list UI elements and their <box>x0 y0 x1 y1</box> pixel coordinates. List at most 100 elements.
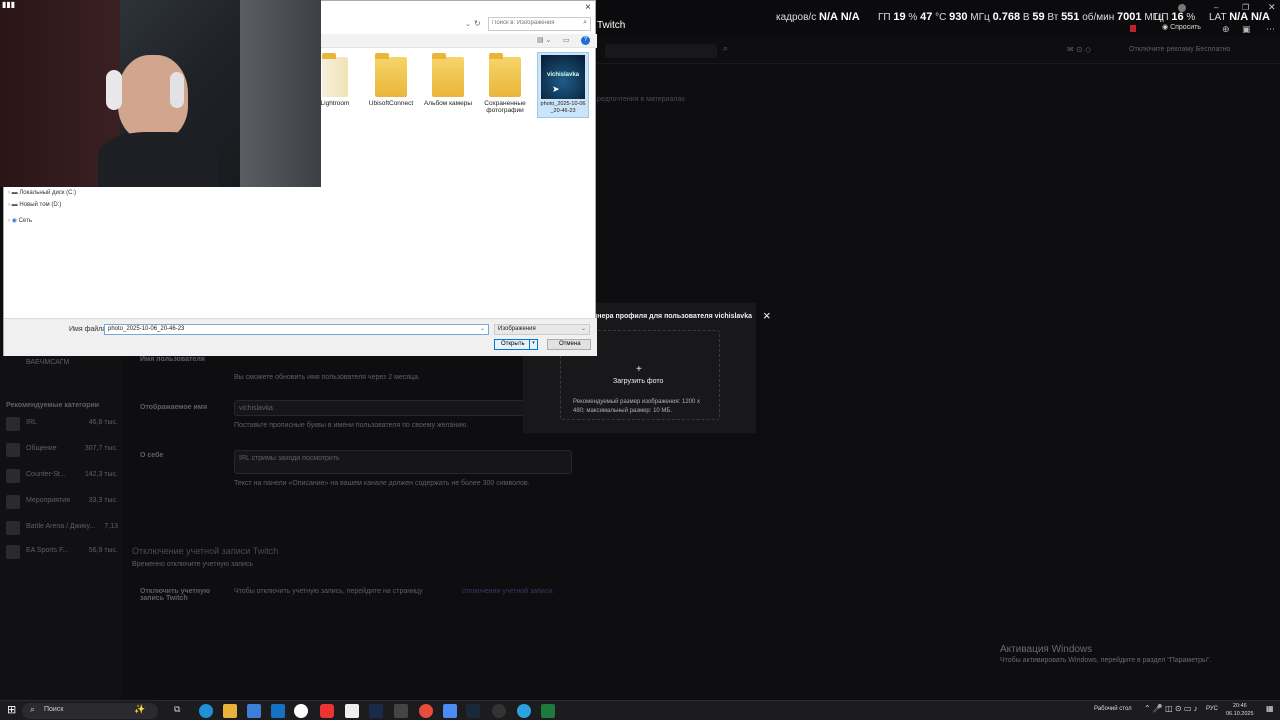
selected-file-name: photo_2025-10-06_20-46-23 <box>540 101 586 114</box>
tray-icons[interactable]: ⌃ 🎤 ◫ ⊙ ▭ ♪ <box>1144 704 1198 713</box>
yandex-icon[interactable] <box>320 704 334 718</box>
view-options-icon[interactable]: ▤ ⌄ <box>537 36 551 44</box>
tree-item-drive-c[interactable]: › ▬ Локальный диск (C:) <box>8 187 76 199</box>
category-item[interactable]: Counter-St... 142,3 тыс. <box>4 466 122 486</box>
category-item[interactable]: Battle Arena / Джику... 7,13 <box>4 518 122 538</box>
promo-link[interactable]: Отключите рекламу Бесплатно <box>1129 46 1230 53</box>
minimize-icon[interactable]: – <box>1214 3 1218 12</box>
network-icon: ◉ <box>11 218 17 224</box>
lat-stat: LAT N/A N/A <box>1209 11 1270 23</box>
bio-textarea[interactable]: IRL стримы заходи посмотрить <box>234 450 572 474</box>
share-icon[interactable]: ⊕ <box>1222 24 1230 35</box>
twitch-top-nav: ⌕ ✉ ⊙ ◇ Отключите рекламу Бесплатно редп… <box>597 38 1280 103</box>
preview-pane-icon[interactable]: ▭ <box>563 36 570 44</box>
lightroom-icon[interactable] <box>369 704 383 718</box>
selected-file-item[interactable]: vichislavka photo_2025-10-06_20-46-23 <box>537 52 589 118</box>
filetype-select[interactable]: Изображения ⌄ <box>494 324 590 335</box>
edge-icon[interactable] <box>199 704 213 718</box>
taskbar: ⊞ ⌕ Поиск ✨ ⧉ Рабочий стол ⌃ 🎤 ◫ ⊙ ▭ ♪ Р… <box>0 700 1280 720</box>
filename-label: Имя файла: <box>69 326 109 333</box>
filename-input[interactable]: photo_2025-10-06_20-46-23 ⌄ <box>104 324 489 335</box>
disable-account-text: Чтобы отключить учетную запись, перейдит… <box>234 588 423 595</box>
dialog-search-input[interactable] <box>492 20 574 26</box>
twitch-sidebar: ВАЕЧМСАГМ Рекомендуемые категории IRL 46,… <box>0 356 122 700</box>
file-explorer-icon[interactable] <box>223 704 237 718</box>
display-name-input[interactable]: vichislavka <box>234 400 572 416</box>
folder-item[interactable]: Альбом камеры <box>421 53 475 107</box>
language-indicator[interactable]: РУС <box>1206 706 1218 712</box>
modal-close-button[interactable]: × <box>763 308 771 323</box>
app-icon[interactable] <box>443 704 457 718</box>
channel-fragment: ВАЕЧМСАГМ <box>26 359 70 366</box>
taskbar-search[interactable]: ⌕ Поиск ✨ <box>22 703 158 719</box>
windows-activation-watermark: Активация Windows Чтобы активировать Win… <box>1000 644 1212 664</box>
ask-button[interactable]: ◉ Спросить <box>1162 23 1201 31</box>
windows-start-icon[interactable]: ⊞ <box>7 703 16 716</box>
folder-item[interactable]: Сохраненные фотографии <box>478 53 532 114</box>
cancel-button[interactable]: Отмена <box>547 339 591 350</box>
upload-hint: Рекомендуемый размер изображения: 1200 x… <box>573 399 701 414</box>
plus-icon: + <box>636 364 642 375</box>
modal-title: ннера профиля для пользователя vichislav… <box>593 313 752 320</box>
search-icon: ⌕ <box>30 704 36 714</box>
profile-icon[interactable] <box>1178 4 1186 12</box>
menu-icon[interactable]: ⋯ <box>1266 24 1275 35</box>
bio-hint: Текст на панели «Описание» на вашем кана… <box>234 480 530 487</box>
open-options-icon[interactable]: ▾ <box>529 340 537 349</box>
extensions-icon[interactable]: ▣ <box>1242 24 1251 35</box>
username-hint: Вы сможете обновить имя пользователя чер… <box>234 374 420 381</box>
tree-item-drive-d[interactable]: › ▬ Новый том (D:) <box>8 199 76 211</box>
chevron-down-icon: ⌄ <box>479 326 485 332</box>
mail-icon[interactable] <box>271 704 285 718</box>
category-item[interactable]: EA Sports F... 56,9 тыс. <box>4 542 122 562</box>
obs-icon[interactable] <box>492 704 506 718</box>
search-icon[interactable]: ⌕ <box>723 43 728 54</box>
help-icon[interactable]: ? <box>581 36 590 45</box>
disable-account-link[interactable]: отключения учетной записи. <box>462 588 554 595</box>
notifications-icon[interactable]: ▦ <box>1266 704 1274 713</box>
folder-item[interactable]: UbisoftConnect <box>364 53 418 107</box>
refresh-icon[interactable]: ↻ <box>474 19 481 28</box>
folder-icon <box>432 53 464 97</box>
person-shirt <box>98 132 218 187</box>
steam-icon[interactable] <box>466 704 480 718</box>
folder-icon <box>322 53 348 97</box>
open-button[interactable]: Открыть ▾ <box>494 339 538 350</box>
dialog-search-field[interactable]: ⌕ <box>488 17 591 31</box>
browser-tab[interactable]: Twitch <box>597 20 625 31</box>
folder-icon <box>489 53 521 97</box>
upload-photo-label[interactable]: Загрузить фото <box>613 378 663 385</box>
disable-account-title: Отключение учетной записи Twitch <box>132 546 279 556</box>
clock[interactable]: 20:46 06.10.2025 <box>1226 702 1254 718</box>
document-icon[interactable] <box>345 704 359 718</box>
disable-account-label: Отключить учетную запись Twitch <box>140 588 210 602</box>
yandex-browser-icon[interactable] <box>294 704 308 718</box>
category-item[interactable]: Общение 307,7 тыс. <box>4 440 122 460</box>
drive-icon: ▬ <box>11 190 18 196</box>
app-icon[interactable] <box>541 704 555 718</box>
drive-icon: ▬ <box>11 202 18 208</box>
task-view-icon[interactable]: ⧉ <box>174 704 180 715</box>
category-item[interactable]: Мероприятия 33,3 тыс. <box>4 492 122 512</box>
mouse-cursor-icon: ➤ <box>552 84 560 94</box>
app-icon[interactable] <box>419 704 433 718</box>
capcut-icon[interactable] <box>394 704 408 718</box>
tree-item-network[interactable]: › ◉ Сеть <box>8 215 76 227</box>
dialog-close-button[interactable]: × <box>585 2 591 13</box>
twitch-search-field[interactable] <box>605 44 717 58</box>
dialog-footer: Имя файла: photo_2025-10-06_20-46-23 ⌄ И… <box>4 318 597 356</box>
store-icon[interactable] <box>247 704 261 718</box>
address-dropdown-icon[interactable]: ⌄ <box>465 20 471 28</box>
notifications-icon[interactable]: ✉ ⊙ ◇ <box>1067 45 1091 54</box>
desktop-toolbar-label[interactable]: Рабочий стол <box>1094 706 1132 712</box>
folder-tree: › ▬ Локальный диск (C:) › ▬ Новый том (D… <box>8 187 76 227</box>
sparkle-icon: ✨ <box>134 704 146 714</box>
window-close-icon[interactable]: ✕ <box>1268 2 1276 13</box>
telegram-icon[interactable] <box>517 704 531 718</box>
headphones-right <box>170 72 184 108</box>
display-name-hint: Поставьте прописные буквы в имени пользо… <box>234 422 469 429</box>
folder-icon <box>375 53 407 97</box>
category-item[interactable]: IRL 46,8 тыс. <box>4 414 122 434</box>
maximize-icon[interactable]: ❐ <box>1242 3 1249 12</box>
search-icon: ⌕ <box>583 19 587 26</box>
